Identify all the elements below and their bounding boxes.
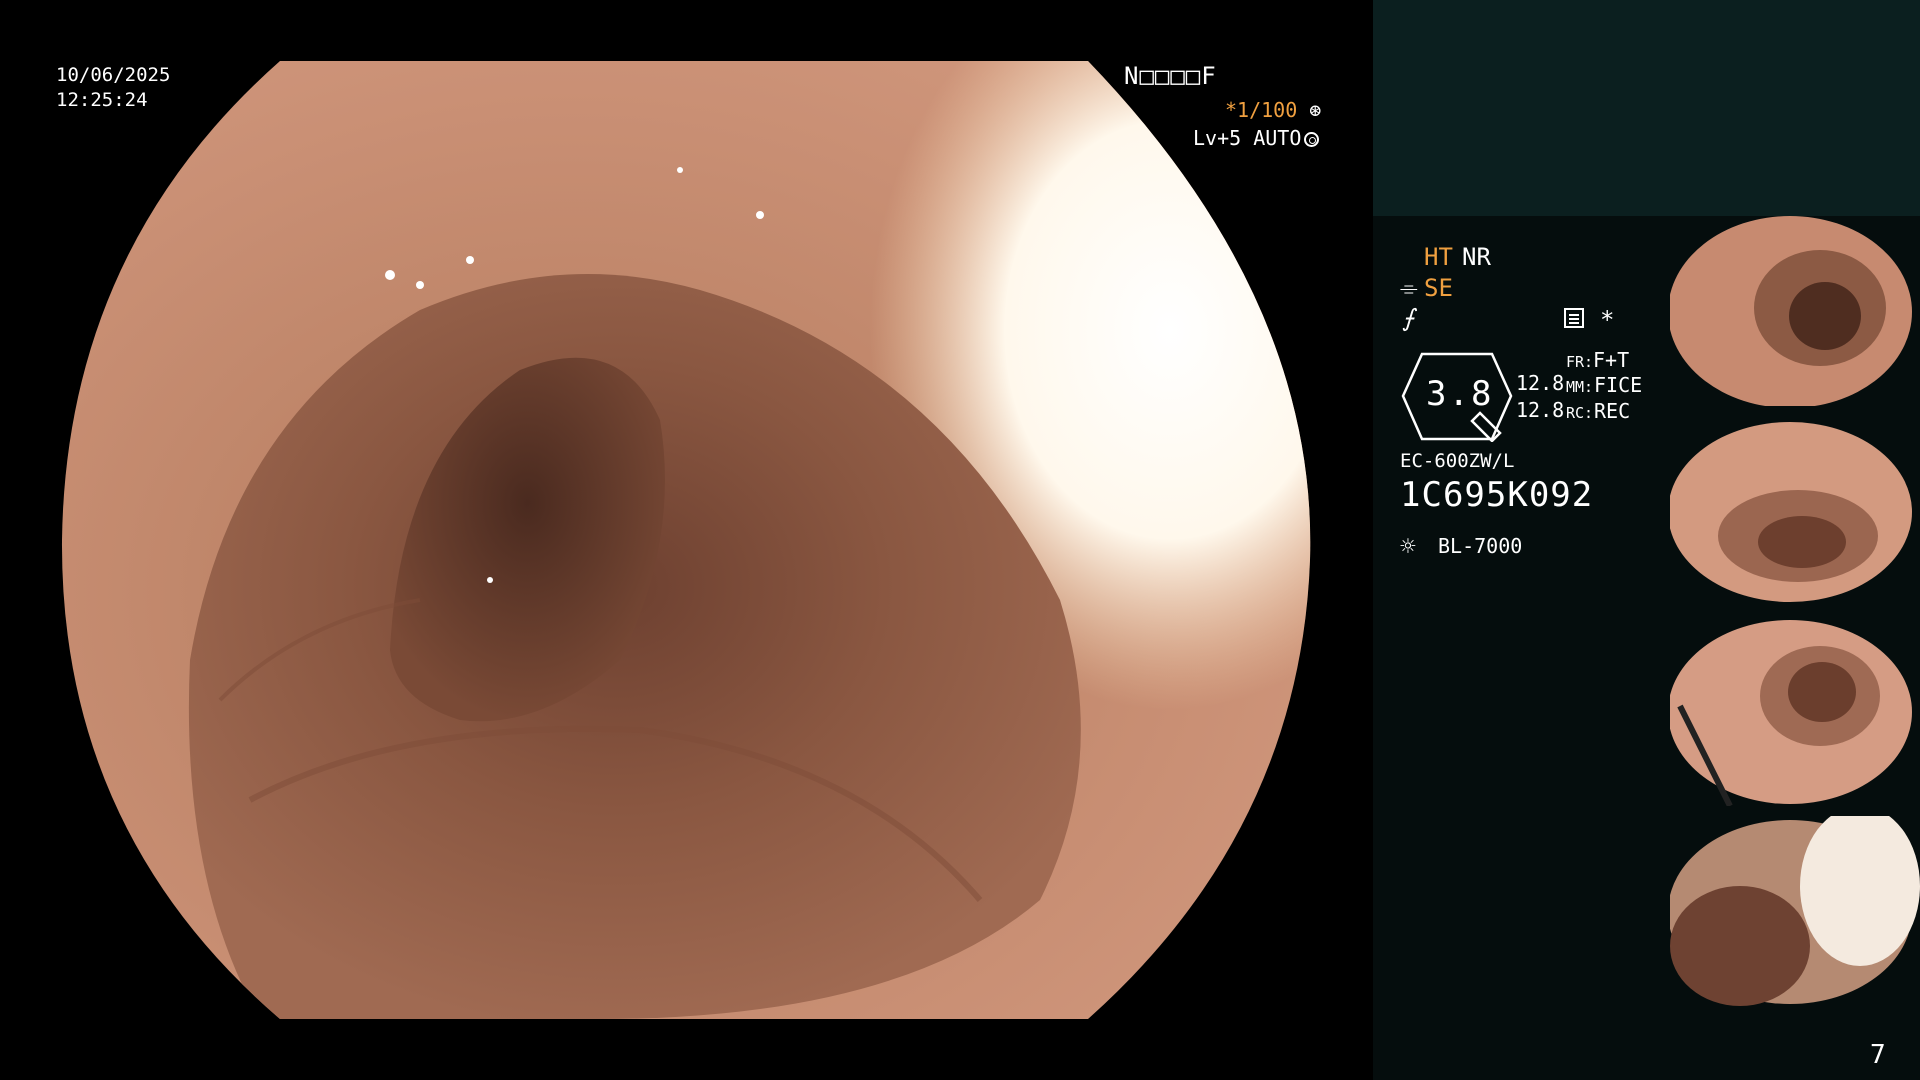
light-source-model: BL-7000 (1438, 534, 1523, 558)
star-marker: * (1600, 306, 1615, 334)
fr-value: F+T (1593, 348, 1630, 372)
date-display: 10/06/2025 (56, 64, 171, 86)
patient-code: N□□□□F (1124, 62, 1217, 90)
endoscopic-image (61, 61, 1311, 1019)
ht-indicator: HT (1424, 243, 1453, 271)
thumbnail-3[interactable] (1670, 616, 1920, 806)
scope-model: EC-600ZW/L (1400, 450, 1515, 472)
mm-value: FICE (1594, 373, 1643, 397)
endoscope-main-view: 10/06/2025 12:25:24 N□□□□F *1/100 ⊛ Lv+5… (0, 0, 1372, 1080)
shutter-speed-row: *1/100 ⊛ (1225, 98, 1321, 122)
memo-icon (1564, 308, 1584, 328)
zoom-value: 3.8 (1426, 374, 1494, 414)
lamp-icon: ☼ (1400, 532, 1416, 562)
rc-label: RC: (1566, 404, 1594, 422)
level-row: Lv+5 AUTO (1193, 126, 1320, 150)
mm-label: MM: (1566, 378, 1594, 396)
time-display: 12:25:24 (56, 89, 148, 111)
thumbnail-4[interactable] (1670, 816, 1920, 1006)
structure-enhance-icon: ⌯ (1400, 276, 1418, 301)
iris-icon (1304, 132, 1320, 147)
nr-indicator: NR (1462, 243, 1491, 271)
scope-serial: 1C695K092 (1400, 475, 1594, 515)
freeze-icon: ⨍ (1402, 304, 1415, 332)
aperture-icon: ⊛ (1297, 98, 1322, 122)
value-2: 12.8 (1516, 398, 1565, 422)
fr-label: FR: (1566, 353, 1594, 371)
se-indicator: SE (1424, 274, 1453, 302)
value-1: 12.8 (1516, 371, 1565, 395)
thumbnail-1[interactable] (1670, 216, 1920, 406)
page-number: 7 (1870, 1040, 1886, 1070)
level-value: Lv+5 (1193, 126, 1242, 150)
thumbnail-2[interactable] (1670, 416, 1920, 606)
top-info-panel (1373, 0, 1920, 216)
shutter-speed-value: *1/100 (1225, 98, 1298, 122)
rc-value: REC (1594, 399, 1631, 423)
iris-mode-value: AUTO (1253, 126, 1302, 150)
